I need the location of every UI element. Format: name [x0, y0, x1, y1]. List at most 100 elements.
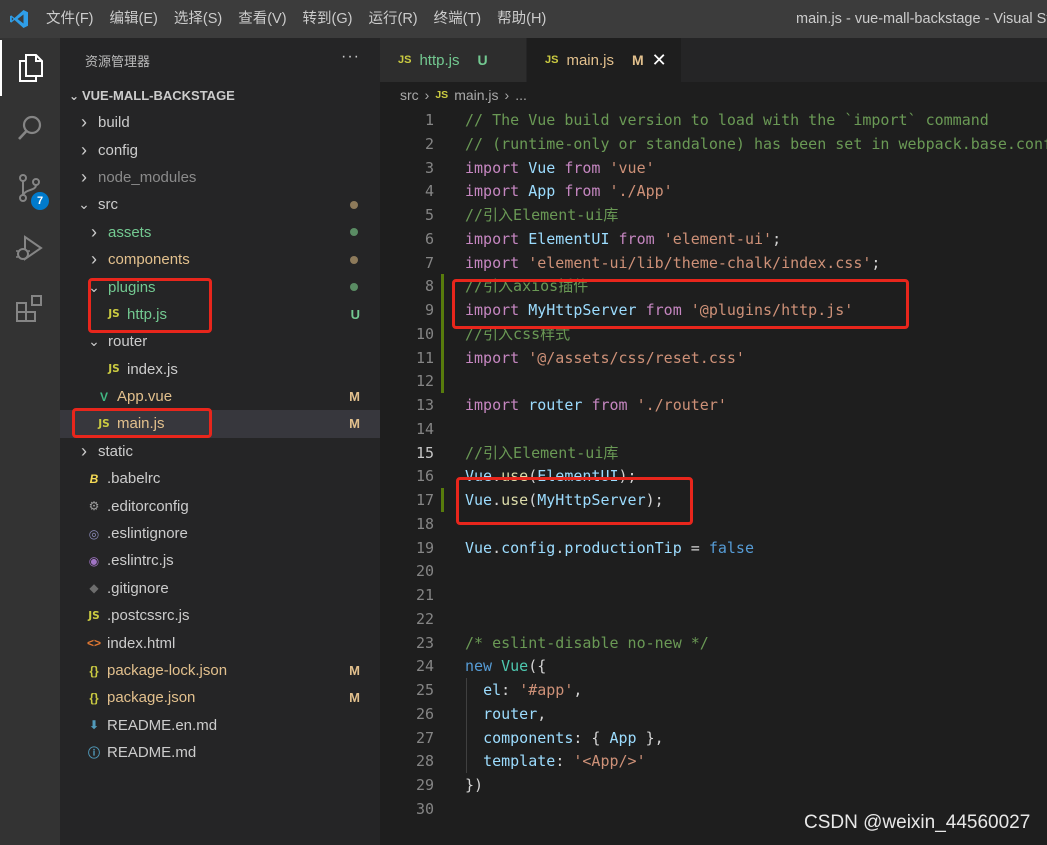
file-item[interactable]: ◆ .gitignore	[60, 575, 380, 602]
file-item[interactable]: ⓘ README.md	[60, 739, 380, 766]
line-number: 2	[424, 134, 434, 153]
menu-item[interactable]: 选择(S)	[166, 0, 230, 38]
folder-item[interactable]: › config	[60, 136, 380, 163]
file-item[interactable]: ⬇ README.en.md	[60, 712, 380, 739]
code-line[interactable]: 6 import ElementUI from 'element-ui';	[380, 227, 1047, 251]
menu-item[interactable]: 查看(V)	[230, 0, 294, 38]
code-text: router,	[483, 704, 547, 723]
file-item[interactable]: {} package.json M	[60, 684, 380, 711]
file-item[interactable]: V App.vue M	[60, 383, 380, 410]
code-line[interactable]: 25 el: '#app',	[380, 678, 1047, 702]
code-line[interactable]: 1 // The Vue build version to load with t…	[380, 108, 1047, 132]
folder-item[interactable]: › node_modules	[60, 164, 380, 191]
eslint-file-icon: ◉	[88, 553, 100, 568]
code-line[interactable]: 14	[380, 417, 1047, 441]
indent-guide	[466, 678, 467, 773]
code-text: })	[465, 776, 484, 794]
tree-item-label: src	[98, 196, 118, 214]
explorer-header: 资源管理器	[85, 53, 151, 69]
breadcrumb-folder[interactable]: src	[400, 87, 419, 103]
line-number: 30	[415, 799, 434, 818]
menu-item[interactable]: 文件(F)	[38, 0, 102, 38]
chevron-down-icon: ⌄	[68, 88, 80, 103]
tree-item-label: build	[98, 114, 130, 132]
source-control-button[interactable]: 7	[0, 160, 60, 216]
folder-item[interactable]: › assets	[60, 219, 380, 246]
code-line[interactable]: 20	[380, 559, 1047, 583]
chevron-right-icon: ›	[81, 440, 87, 461]
git-status-badge: U	[350, 306, 360, 322]
breadcrumb-more[interactable]: ...	[515, 87, 527, 103]
code-line[interactable]: 21	[380, 583, 1047, 607]
folder-item[interactable]: › static	[60, 438, 380, 465]
editor-tabs: JS http.js U JS main.js M ✕	[380, 38, 1047, 82]
file-item[interactable]: ⚙ .editorconfig	[60, 492, 380, 519]
extensions-button[interactable]	[0, 280, 60, 336]
file-item[interactable]: <> index.html	[60, 629, 380, 656]
file-item[interactable]: ◉ .eslintrc.js	[60, 547, 380, 574]
chevron-down-icon: ⌄	[88, 333, 100, 350]
code-line[interactable]: 15 //引入Element-ui库	[380, 441, 1047, 465]
git-status-badge: M	[349, 416, 360, 432]
menu-item[interactable]: 终端(T)	[426, 0, 490, 38]
editor-tab[interactable]: JS http.js U	[380, 38, 527, 82]
file-item[interactable]: {} package-lock.json M	[60, 657, 380, 684]
file-item[interactable]: ◎ .eslintignore	[60, 520, 380, 547]
tree-item-label: App.vue	[117, 388, 173, 406]
code-line[interactable]: 26 router,	[380, 702, 1047, 726]
folder-item[interactable]: › build	[60, 109, 380, 136]
code-line[interactable]: 13 import router from './router'	[380, 393, 1047, 417]
editor-tab[interactable]: JS main.js M ✕	[527, 38, 682, 82]
code-line[interactable]: 23 /* eslint-disable no-new */	[380, 631, 1047, 655]
file-item[interactable]: JS index.js	[60, 356, 380, 383]
tree-item-label: README.en.md	[107, 716, 218, 734]
code-line[interactable]: 7 import 'element-ui/lib/theme-chalk/inde…	[380, 251, 1047, 275]
menu-item[interactable]: 帮助(H)	[489, 0, 554, 38]
menu-item[interactable]: 转到(G)	[295, 0, 361, 38]
chevron-down-icon: ⌄	[78, 196, 90, 213]
breadcrumb-file[interactable]: main.js	[454, 87, 498, 103]
code-line[interactable]: 11 import '@/assets/css/reset.css'	[380, 346, 1047, 370]
folder-item[interactable]: › components	[60, 246, 380, 273]
line-number: 18	[415, 514, 434, 533]
explorer-button[interactable]	[0, 40, 60, 96]
code-line[interactable]: 24 new Vue({	[380, 654, 1047, 678]
menu-item[interactable]: 运行(R)	[360, 0, 425, 38]
code-text: components: { App },	[483, 728, 664, 747]
info-file-icon: ⓘ	[87, 746, 100, 761]
code-line[interactable]: 3 import Vue from 'vue'	[380, 156, 1047, 180]
tab-status: M	[631, 52, 644, 68]
run-debug-button[interactable]	[0, 220, 60, 276]
workspace-name: VUE-MALL-BACKSTAGE	[82, 88, 235, 103]
more-actions-button[interactable]: ···	[341, 48, 360, 66]
code-line[interactable]: 5 //引入Element-ui库	[380, 203, 1047, 227]
line-number: 27	[415, 728, 434, 747]
code-line[interactable]: 4 import App from './App'	[380, 179, 1047, 203]
workspace-section-header[interactable]: ⌄ VUE-MALL-BACKSTAGE	[60, 82, 380, 109]
code-text: //引入Element-ui库	[465, 443, 619, 462]
menu-bar: 文件(F) 编辑(E) 选择(S) 查看(V) 转到(G) 运行(R) 终端(T) 帮助(H)	[38, 0, 554, 38]
line-number: 23	[415, 633, 434, 652]
git-status-dot	[350, 200, 358, 209]
menu-item[interactable]: 编辑(E)	[102, 0, 166, 38]
code-line[interactable]: 29})	[380, 773, 1047, 797]
line-number: 24	[415, 657, 434, 676]
file-item[interactable]: B .babelrc	[60, 465, 380, 492]
search-button[interactable]	[0, 100, 60, 156]
code-text: import router from './router'	[465, 396, 727, 414]
close-icon[interactable]: ✕	[652, 50, 667, 71]
tree-item-label: index.js	[127, 360, 178, 378]
explorer-sidebar: 资源管理器 ··· ⌄ VUE-MALL-BACKSTAGE › build › co…	[60, 38, 380, 845]
code-line[interactable]: 2 // (runtime-only or standalone) has bee…	[380, 132, 1047, 156]
highlight-main-js	[72, 408, 212, 438]
code-line[interactable]: 27 components: { App },	[380, 726, 1047, 750]
file-item[interactable]: JS .postcssrc.js	[60, 602, 380, 629]
code-line[interactable]: 28 template: '<App/>'	[380, 749, 1047, 773]
code-line[interactable]: 19 Vue.config.productionTip = false	[380, 536, 1047, 560]
chevron-right-icon: ›	[81, 112, 87, 133]
code-line[interactable]: 12	[380, 369, 1047, 393]
folder-item[interactable]: ⌄ src	[60, 191, 380, 218]
highlight-import-http	[452, 279, 909, 329]
line-number: 10	[415, 324, 434, 343]
code-line[interactable]: 22	[380, 607, 1047, 631]
